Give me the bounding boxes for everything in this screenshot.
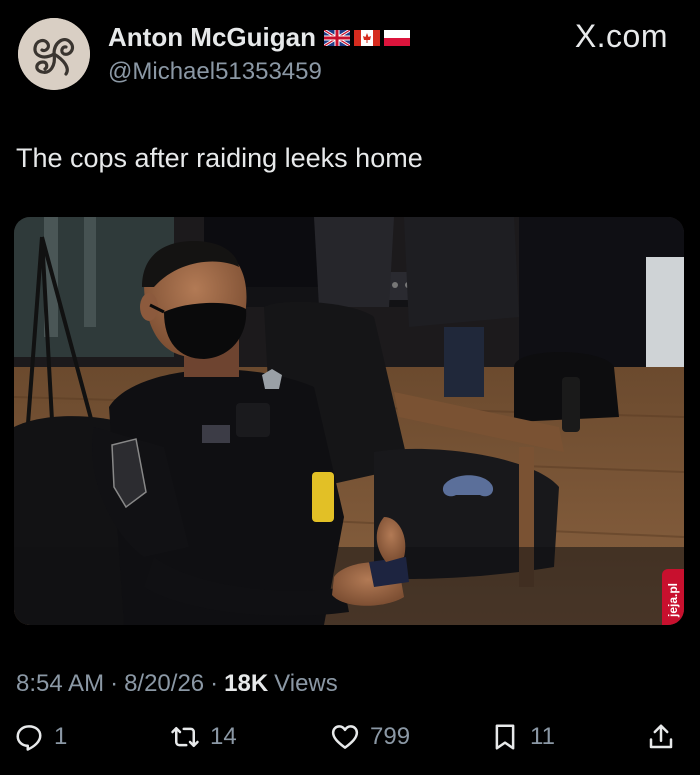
brand-label: X.com	[574, 18, 668, 54]
meta-separator: ·	[110, 670, 119, 697]
avatar[interactable]	[18, 18, 90, 90]
watermark-badge: jeja.pl	[662, 569, 684, 625]
media-image	[14, 217, 684, 625]
action-bar: 1 14 799 11	[0, 722, 700, 766]
tweet-date[interactable]: 8/20/26	[124, 670, 204, 698]
triskele-icon	[18, 18, 90, 90]
tweet-text: The cops after raiding leeks home	[16, 143, 423, 173]
author-display-name[interactable]: Anton McGuigan	[108, 22, 316, 53]
repost-button[interactable]: 14	[170, 722, 237, 752]
watermark-text: jeja.pl	[666, 582, 680, 617]
tweet-time[interactable]: 8:54 AM	[16, 670, 104, 698]
tweet-meta: 8:54 AM · 8/20/26 · 18K Views	[16, 670, 338, 698]
reply-count: 1	[54, 723, 68, 750]
author-flags	[323, 29, 410, 46]
uk-flag-icon	[323, 29, 350, 46]
tweet-media[interactable]: jeja.pl	[14, 217, 684, 625]
views-count: 18K	[224, 670, 269, 697]
heart-icon	[331, 725, 359, 749]
share-icon	[649, 724, 673, 749]
author-name-row: Anton McGuigan	[108, 22, 410, 53]
share-button[interactable]	[646, 722, 676, 752]
meta-separator: ·	[210, 670, 219, 697]
reply-icon	[16, 725, 42, 751]
reply-button[interactable]: 1	[14, 722, 67, 752]
bookmark-button[interactable]: 11	[490, 722, 555, 752]
bookmark-count: 11	[530, 723, 555, 750]
poland-flag-icon	[383, 29, 410, 46]
repost-count: 14	[210, 723, 237, 750]
like-count: 799	[370, 723, 411, 750]
repost-icon	[171, 727, 199, 747]
views-label: Views	[274, 670, 338, 697]
author-handle[interactable]: @Michael51353459	[108, 58, 322, 86]
like-button[interactable]: 799	[330, 722, 410, 752]
bookmark-icon	[495, 724, 515, 750]
canada-flag-icon	[353, 29, 380, 46]
